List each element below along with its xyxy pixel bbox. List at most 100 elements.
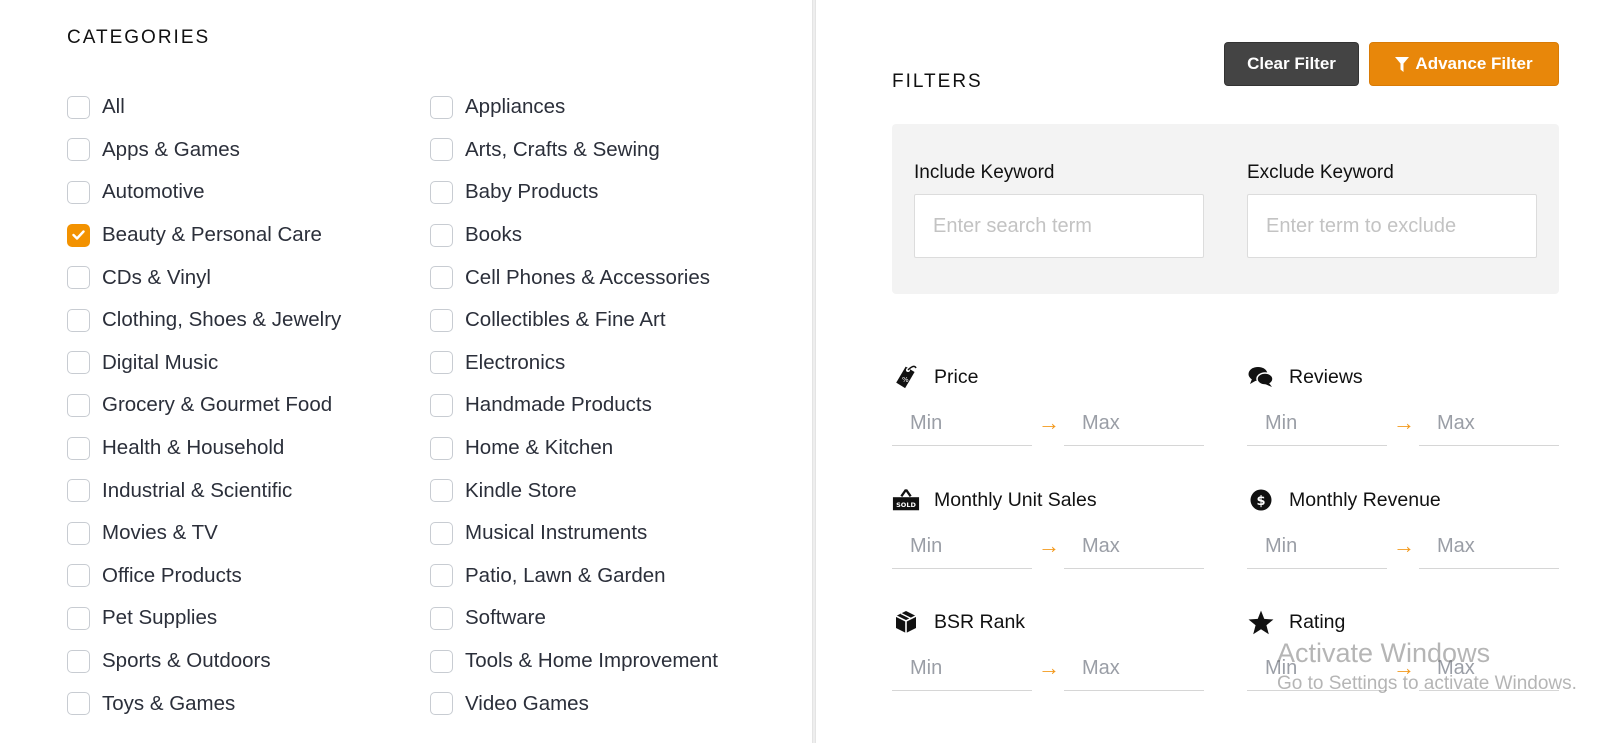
arrow-right-icon: → xyxy=(1393,655,1415,680)
category-item[interactable]: Video Games xyxy=(430,682,718,725)
category-checkbox[interactable] xyxy=(430,308,453,332)
category-item[interactable]: Apps & Games xyxy=(67,129,341,172)
svg-text:$: $ xyxy=(1256,494,1265,509)
rating-max-input[interactable] xyxy=(1419,647,1559,691)
category-checkbox[interactable] xyxy=(67,479,90,503)
categories-column-a: All Apps & Games Automotive Beauty & Person… xyxy=(67,86,341,725)
range-inputs: → xyxy=(892,647,1204,691)
category-item[interactable]: All xyxy=(67,86,341,129)
category-checkbox[interactable] xyxy=(67,649,90,673)
category-checkbox[interactable] xyxy=(67,521,90,545)
category-checkbox[interactable] xyxy=(430,351,453,375)
category-checkbox[interactable] xyxy=(67,138,90,162)
price-min-input[interactable] xyxy=(892,402,1032,446)
category-label: Kindle Store xyxy=(465,478,577,502)
reviews-max-input[interactable] xyxy=(1419,402,1559,446)
monthly-revenue-min-input[interactable] xyxy=(1247,525,1387,569)
category-item[interactable]: Musical Instruments xyxy=(430,512,718,555)
category-checkbox[interactable] xyxy=(430,479,453,503)
category-item[interactable]: Digital Music xyxy=(67,342,341,385)
clear-filter-button[interactable]: Clear Filter xyxy=(1224,42,1359,86)
category-checkbox[interactable] xyxy=(430,692,453,716)
category-item[interactable]: Grocery & Gourmet Food xyxy=(67,384,341,427)
price-max-input[interactable] xyxy=(1064,402,1204,446)
bsr-rank-max-input[interactable] xyxy=(1064,647,1204,691)
monthly-revenue-max-input[interactable] xyxy=(1419,525,1559,569)
categories-title: CATEGORIES xyxy=(67,27,211,48)
category-item[interactable]: Appliances xyxy=(430,86,718,129)
category-label: Musical Instruments xyxy=(465,521,648,545)
category-label: Sports & Outdoors xyxy=(102,649,271,673)
category-label: Handmade Products xyxy=(465,393,652,417)
category-checkbox[interactable] xyxy=(430,223,453,247)
category-label: Video Games xyxy=(465,691,589,715)
arrow-right-icon: → xyxy=(1038,533,1060,558)
category-item[interactable]: Industrial & Scientific xyxy=(67,469,341,512)
filter-header: SOLD Monthly Unit Sales xyxy=(892,485,1097,515)
category-checkbox[interactable] xyxy=(430,180,453,204)
filter-bsr-rank: BSR Rank → xyxy=(892,607,1204,707)
category-item[interactable]: Home & Kitchen xyxy=(430,427,718,470)
category-checkbox[interactable] xyxy=(430,649,453,673)
exclude-keyword-input[interactable] xyxy=(1247,194,1537,258)
category-item[interactable]: Automotive xyxy=(67,171,341,214)
reviews-min-input[interactable] xyxy=(1247,402,1387,446)
category-checkbox[interactable] xyxy=(67,95,90,119)
category-checkbox[interactable] xyxy=(67,436,90,460)
category-item[interactable]: Software xyxy=(430,597,718,640)
category-checkbox[interactable] xyxy=(430,95,453,119)
category-checkbox[interactable] xyxy=(67,266,90,290)
category-label: Industrial & Scientific xyxy=(102,478,293,502)
category-checkbox[interactable] xyxy=(67,351,90,375)
filter-label: Reviews xyxy=(1289,365,1363,388)
category-checkbox[interactable] xyxy=(430,436,453,460)
category-item[interactable]: Electronics xyxy=(430,342,718,385)
category-item[interactable]: Movies & TV xyxy=(67,512,341,555)
monthly-unit-sales-max-input[interactable] xyxy=(1064,525,1204,569)
categories-column-b: Appliances Arts, Crafts & Sewing Baby Prod… xyxy=(430,86,718,725)
advance-filter-button[interactable]: Advance Filter xyxy=(1369,42,1559,86)
category-item[interactable]: Cell Phones & Accessories xyxy=(430,256,718,299)
category-item[interactable]: Toys & Games xyxy=(67,682,341,725)
category-checkbox[interactable] xyxy=(67,564,90,588)
category-item[interactable]: Sports & Outdoors xyxy=(67,640,341,683)
category-item[interactable]: Collectibles & Fine Art xyxy=(430,299,718,342)
exclude-keyword-label: Exclude Keyword xyxy=(1247,162,1394,183)
category-item[interactable]: Arts, Crafts & Sewing xyxy=(430,129,718,172)
category-item[interactable]: Office Products xyxy=(67,555,341,598)
category-checkbox[interactable] xyxy=(67,606,90,630)
category-item[interactable]: Tools & Home Improvement xyxy=(430,640,718,683)
rating-min-input[interactable] xyxy=(1247,647,1387,691)
category-checkbox[interactable] xyxy=(430,393,453,417)
arrow-right-icon: → xyxy=(1393,410,1415,435)
category-item[interactable]: Clothing, Shoes & Jewelry xyxy=(67,299,341,342)
category-item[interactable]: Patio, Lawn & Garden xyxy=(430,555,718,598)
category-item[interactable]: Beauty & Personal Care xyxy=(67,214,341,257)
category-checkbox[interactable] xyxy=(430,266,453,290)
category-item[interactable]: Handmade Products xyxy=(430,384,718,427)
include-keyword-input[interactable] xyxy=(914,194,1204,258)
category-label: Books xyxy=(465,223,522,247)
category-checkbox[interactable] xyxy=(67,308,90,332)
category-checkbox[interactable] xyxy=(430,138,453,162)
price-tag-icon: % xyxy=(892,363,920,391)
monthly-unit-sales-min-input[interactable] xyxy=(892,525,1032,569)
category-label: Collectibles & Fine Art xyxy=(465,308,666,332)
category-item[interactable]: Health & Household xyxy=(67,427,341,470)
filter-header: Rating xyxy=(1247,607,1345,637)
category-item[interactable]: CDs & Vinyl xyxy=(67,256,341,299)
categories-panel: CATEGORIES All Apps & Games Automotive Beau… xyxy=(0,0,812,743)
category-checkbox[interactable] xyxy=(67,180,90,204)
category-checkbox[interactable] xyxy=(67,223,90,247)
category-item[interactable]: Baby Products xyxy=(430,171,718,214)
filter-reviews: Reviews → xyxy=(1247,362,1559,462)
category-checkbox[interactable] xyxy=(430,606,453,630)
category-item[interactable]: Books xyxy=(430,214,718,257)
category-checkbox[interactable] xyxy=(430,564,453,588)
category-item[interactable]: Pet Supplies xyxy=(67,597,341,640)
bsr-rank-min-input[interactable] xyxy=(892,647,1032,691)
category-checkbox[interactable] xyxy=(67,692,90,716)
category-item[interactable]: Kindle Store xyxy=(430,469,718,512)
category-checkbox[interactable] xyxy=(430,521,453,545)
category-checkbox[interactable] xyxy=(67,393,90,417)
